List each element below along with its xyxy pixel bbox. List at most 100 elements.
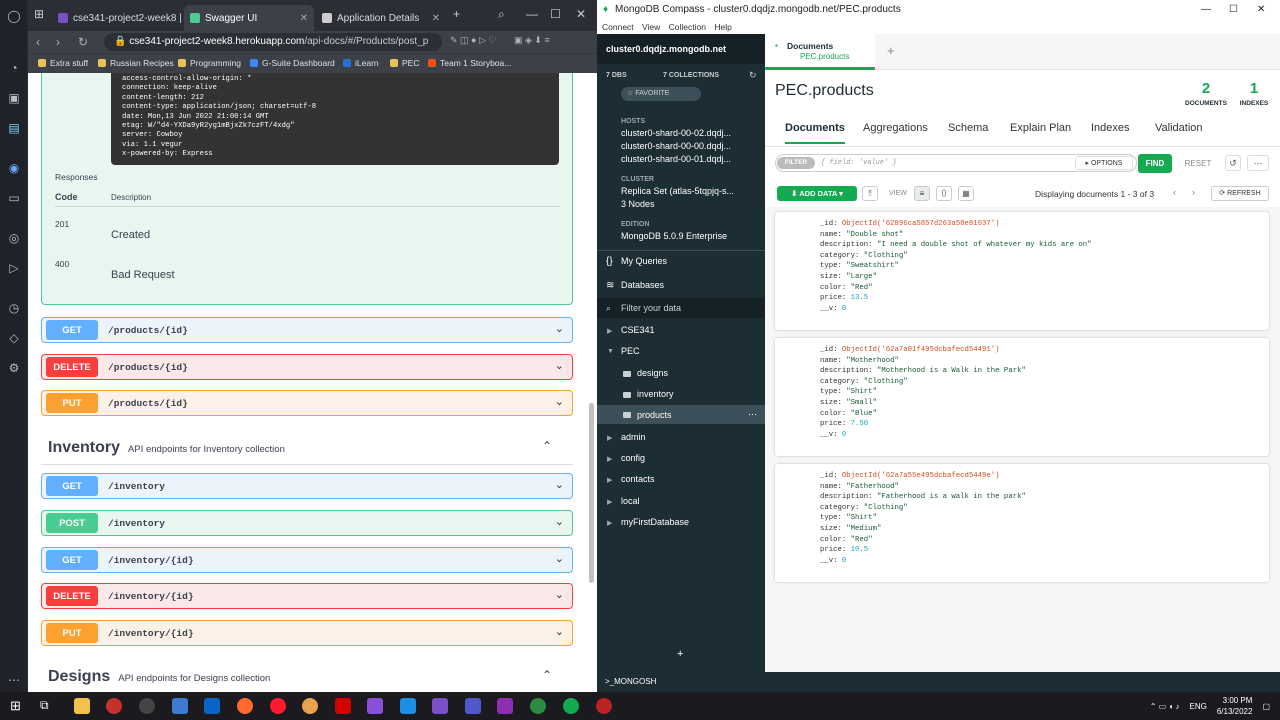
more-icon[interactable]: ⋯ [1247,155,1269,171]
find-button[interactable]: FIND [1138,154,1172,173]
caret-right-icon[interactable]: ▶ [607,476,612,484]
mongosh-bar[interactable]: >_MONGOSH [597,672,1280,692]
bookmark-gsuite[interactable]: G-Suite Dashboard [250,58,335,68]
caret-right-icon[interactable]: ▶ [607,434,612,442]
chevron-down-icon[interactable]: ⌄ [555,625,564,638]
minimize-icon[interactable]: — [526,7,538,21]
forward-icon[interactable]: › [56,35,60,49]
app-icon[interactable] [237,698,253,714]
prev-page-icon[interactable]: ‹ [1173,187,1176,197]
bag-icon[interactable]: ▣ [6,90,22,106]
compass-menu-bar[interactable]: Connect View Collection Help [597,20,1280,34]
caret-right-icon[interactable]: ▶ [607,498,612,506]
favorite-button[interactable]: ☆ FAVORITE [621,87,701,101]
chevron-down-icon[interactable]: ⌄ [555,359,564,372]
mongodb-compass-icon[interactable] [563,698,579,714]
databases-link[interactable]: Databases [621,280,664,290]
op-post-inventory[interactable]: POST/inventory ⌄ [41,510,573,536]
chevron-down-icon[interactable]: ⌄ [555,322,564,335]
chevron-down-icon[interactable]: ⌄ [555,395,564,408]
table-view-icon[interactable]: ▦ [958,186,974,201]
search-icon[interactable]: ⌕ [498,7,505,22]
tab-heroku[interactable]: cse341-project2-week8 | H✕ [52,5,182,31]
tab-app-details[interactable]: Application Details ✕ [316,5,446,31]
chevron-up-icon[interactable]: ⌃ [542,439,552,453]
bookmark-team1[interactable]: Team 1 Storyboa... [428,58,511,68]
coll-products[interactable]: products [637,410,672,420]
db-myfirstdatabase[interactable]: myFirstDatabase [621,517,689,527]
close-icon[interactable]: ✕ [294,13,308,24]
tab-validation[interactable]: Validation [1155,122,1203,134]
close-window-icon[interactable]: ✕ [1257,0,1265,20]
bookmark-pec[interactable]: PEC [390,58,419,68]
settings-icon[interactable]: ⚙ [6,360,22,376]
chevron-down-icon[interactable]: ⌄ [555,588,564,601]
minimize-icon[interactable]: — [1201,0,1211,20]
add-data-button[interactable]: ⬇ ADD DATA ▾ [777,186,857,201]
new-tab-icon[interactable]: + [453,7,460,21]
reset-button[interactable]: RESET [1177,156,1219,171]
outlook-icon[interactable] [204,698,220,714]
scrollbar[interactable] [589,403,594,583]
tab-aggregations[interactable]: Aggregations [863,122,928,134]
db-local[interactable]: local [621,496,640,506]
document-card[interactable]: _id: ObjectId('62a7a55e495dcbafecd5449e'… [775,464,1269,582]
visual-studio-icon[interactable] [367,698,383,714]
caret-right-icon[interactable]: ▶ [607,455,612,463]
reload-icon[interactable]: ↻ [78,35,88,49]
bookmark-extra-stuff[interactable]: Extra stuff [38,58,88,68]
file-explorer-icon[interactable] [74,698,90,714]
op-put-product[interactable]: PUT/products/{id} ⌄ [41,390,573,416]
add-database-icon[interactable]: + [677,648,683,660]
caret-down-icon[interactable]: ▼ [607,348,614,355]
close-window-icon[interactable]: ✕ [576,7,586,21]
more-icon[interactable]: ⋯ [6,672,22,688]
slack-icon[interactable] [302,698,318,714]
task-view-icon[interactable]: ⧉ [40,698,49,713]
db-config[interactable]: config [621,453,645,463]
tab-swagger[interactable]: Swagger UI ✕ [184,5,314,31]
tab-explain-plan[interactable]: Explain Plan [1010,122,1071,134]
app-icon[interactable] [106,698,122,714]
filter-databases-input[interactable]: Filter your data [621,303,681,313]
bookmark-russian-recipes[interactable]: Russian Recipes [98,58,174,68]
op-get-product-by-id[interactable]: GET/products/{id} ⌄ [41,317,573,343]
discord-icon[interactable]: ▭ [6,190,22,206]
language-indicator[interactable]: ENG [1190,702,1207,711]
new-tab-icon[interactable]: + [887,43,895,58]
db-cse341[interactable]: CSE341 [621,325,655,335]
tab-documents[interactable]: Documents [785,122,845,144]
onenote-icon[interactable] [497,698,513,714]
op-delete-product[interactable]: DELETE/products/{id} ⌄ [41,354,573,380]
clock[interactable]: 3:00 PM 6/13/2022 [1217,695,1253,717]
speed-dial-icon[interactable]: ◔ [6,60,22,76]
cube-icon[interactable]: ◇ [6,330,22,346]
refresh-icon[interactable]: ↻ [749,70,757,81]
bookmark-programming[interactable]: Programming [178,58,241,68]
op-delete-inventory[interactable]: DELETE/inventory/{id} ⌄ [41,583,573,609]
refresh-button[interactable]: ⟳ REFRESH [1211,186,1269,201]
db-admin[interactable]: admin [621,432,646,442]
chevron-down-icon[interactable]: ⌄ [555,478,564,491]
tray-icons[interactable]: ⌃ ▭ ◖ ♪ [1150,702,1180,711]
bookmark-ilearn[interactable]: iLearn [343,58,379,68]
db-pec[interactable]: PEC [621,346,640,356]
op-get-inventory-by-id[interactable]: GET/inventory/{id} ⌄ [41,547,573,573]
app-icon[interactable] [139,698,155,714]
json-view-icon[interactable]: {} [936,186,952,201]
vscode-icon[interactable] [400,698,416,714]
export-icon[interactable]: ⤒ [862,186,878,201]
history-icon[interactable]: ◷ [6,300,22,316]
caret-right-icon[interactable]: ▶ [607,327,612,335]
maximize-icon[interactable]: ☐ [550,7,561,21]
next-page-icon[interactable]: › [1192,187,1195,197]
opera-logo-icon[interactable]: ◯ [6,8,22,24]
document-card[interactable]: _id: ObjectId('62a7a01f495dcbafecd54491'… [775,338,1269,456]
opera-icon[interactable] [270,698,286,714]
options-button[interactable]: ▸ OPTIONS [1075,156,1133,170]
db-contacts[interactable]: contacts [621,474,655,484]
notification-icon[interactable]: ▢ [1262,702,1270,711]
extensions-icon[interactable]: ✎ ◫ ● ▷ ♡ [450,35,496,46]
history-icon[interactable]: ↺ [1225,155,1241,171]
app-icon[interactable] [530,698,546,714]
